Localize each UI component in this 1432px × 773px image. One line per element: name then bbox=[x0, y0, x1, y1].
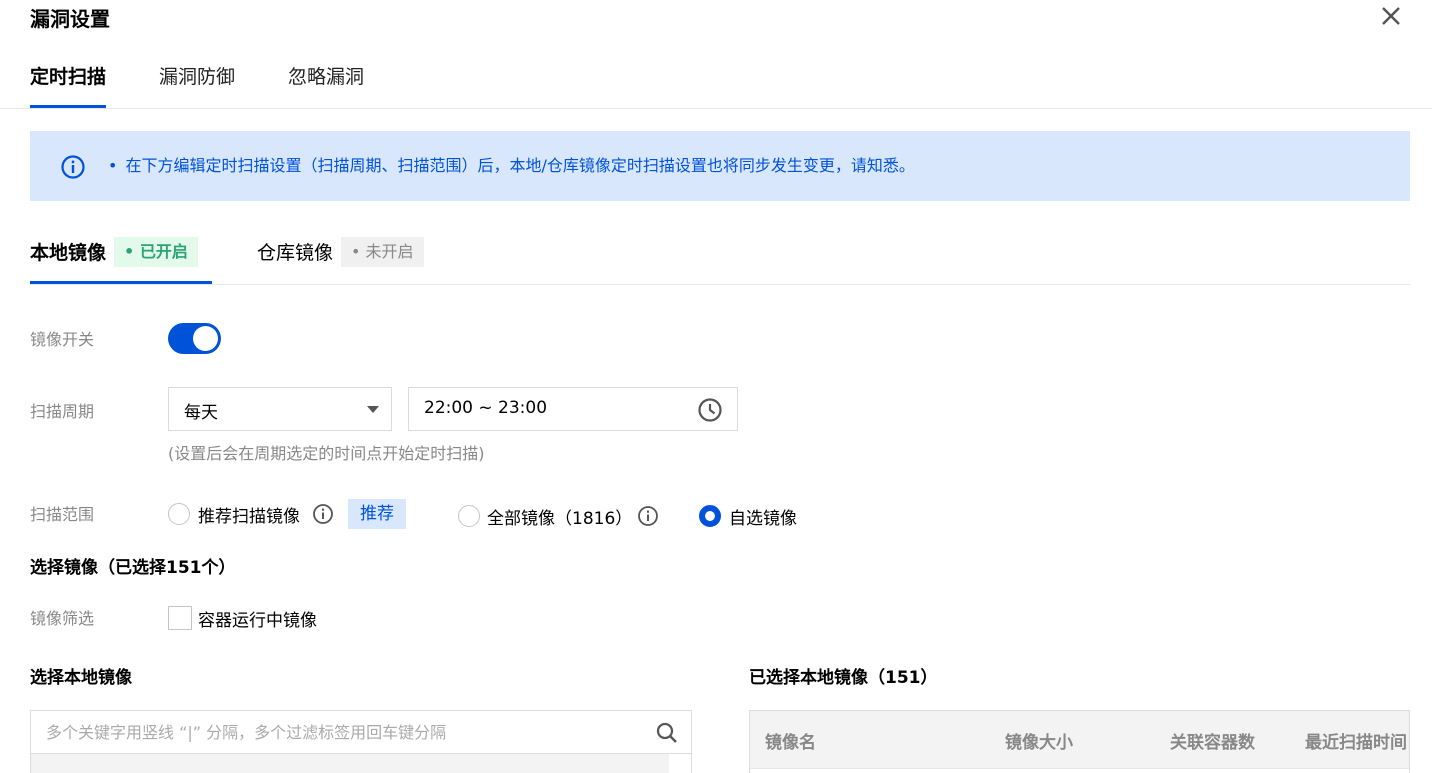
status-badge-enabled: • 已开启 bbox=[114, 237, 198, 267]
period-value: 每天 bbox=[184, 403, 218, 423]
status-text: 未开启 bbox=[365, 242, 414, 261]
radio-custom-images-label[interactable]: 自选镜像 bbox=[729, 504, 797, 529]
column-container-count[interactable]: 关联容器数 bbox=[1170, 728, 1255, 753]
search-icon[interactable] bbox=[655, 721, 679, 745]
radio-custom-images[interactable] bbox=[699, 505, 721, 527]
info-icon[interactable] bbox=[637, 505, 659, 527]
switch-label: 镜像开关 bbox=[30, 330, 95, 349]
filter-label: 镜像筛选 bbox=[30, 609, 95, 628]
time-range-picker[interactable]: 22:00 ~ 23:00 bbox=[408, 387, 738, 431]
time-range-value: 22:00 ~ 23:00 bbox=[424, 398, 548, 418]
radio-recommended[interactable] bbox=[168, 503, 190, 525]
radio-all-images-label[interactable]: 全部镜像（1816） bbox=[487, 504, 632, 529]
image-list bbox=[30, 754, 692, 773]
running-containers-label[interactable]: 容器运行中镜像 bbox=[198, 606, 317, 631]
selected-images-table: 镜像名 镜像大小 关联容器数 最近扫描时间 bbox=[749, 710, 1410, 773]
info-notice: 在下方编辑定时扫描设置（扫描周期、扫描范围）后，本地/仓库镜像定时扫描设置也将同… bbox=[30, 131, 1410, 201]
right-panel-title: 已选择本地镜像（151） bbox=[749, 668, 938, 688]
period-hint: (设置后会在周期选定的时间点开始定时扫描) bbox=[168, 444, 485, 463]
column-last-scan-time[interactable]: 最近扫描时间 bbox=[1305, 728, 1407, 753]
status-badge-disabled: • 未开启 bbox=[341, 237, 424, 267]
caret-down-icon bbox=[367, 406, 379, 413]
subtab-registry-image[interactable]: 仓库镜像 • 未开启 bbox=[257, 237, 424, 284]
list-header-row bbox=[31, 754, 669, 773]
subtab-label: 仓库镜像 bbox=[257, 242, 334, 264]
select-images-title: 选择镜像（已选择151个） bbox=[30, 558, 236, 578]
image-search-box bbox=[30, 710, 692, 754]
running-containers-checkbox[interactable] bbox=[168, 606, 192, 630]
tab-ignored-vulns[interactable]: 忽略漏洞 bbox=[288, 62, 364, 108]
toggle-knob bbox=[193, 326, 218, 351]
left-panel-title: 选择本地镜像 bbox=[30, 668, 132, 688]
column-image-name[interactable]: 镜像名 bbox=[765, 728, 816, 753]
close-icon[interactable] bbox=[1378, 3, 1404, 29]
recommend-tag: 推荐 bbox=[348, 499, 406, 529]
scope-label: 扫描范围 bbox=[30, 505, 95, 524]
dialog-title: 漏洞设置 bbox=[30, 7, 110, 31]
subtab-local-image[interactable]: 本地镜像 • 已开启 bbox=[30, 237, 212, 284]
column-image-size[interactable]: 镜像大小 bbox=[1005, 728, 1073, 753]
info-icon[interactable] bbox=[312, 503, 334, 525]
tab-scheduled-scan[interactable]: 定时扫描 bbox=[30, 62, 107, 108]
image-switch-toggle[interactable] bbox=[168, 323, 221, 354]
image-search-input[interactable] bbox=[31, 711, 661, 753]
tab-bar: 定时扫描 漏洞防御 忽略漏洞 bbox=[0, 62, 1432, 109]
radio-all-images[interactable] bbox=[458, 505, 480, 527]
status-text: 已开启 bbox=[139, 242, 188, 261]
period-label: 扫描周期 bbox=[30, 402, 95, 421]
notice-text: 在下方编辑定时扫描设置（扫描周期、扫描范围）后，本地/仓库镜像定时扫描设置也将同… bbox=[108, 154, 914, 178]
info-icon bbox=[61, 155, 85, 179]
radio-recommended-label[interactable]: 推荐扫描镜像 bbox=[198, 502, 300, 527]
image-type-tabs: 本地镜像 • 已开启 仓库镜像 • 未开启 bbox=[30, 237, 1410, 285]
period-select[interactable]: 每天 bbox=[168, 387, 392, 431]
tab-vuln-defense[interactable]: 漏洞防御 bbox=[159, 62, 235, 108]
clock-icon bbox=[698, 398, 722, 422]
table-header: 镜像名 镜像大小 关联容器数 最近扫描时间 bbox=[750, 711, 1409, 769]
subtab-label: 本地镜像 bbox=[30, 242, 107, 264]
